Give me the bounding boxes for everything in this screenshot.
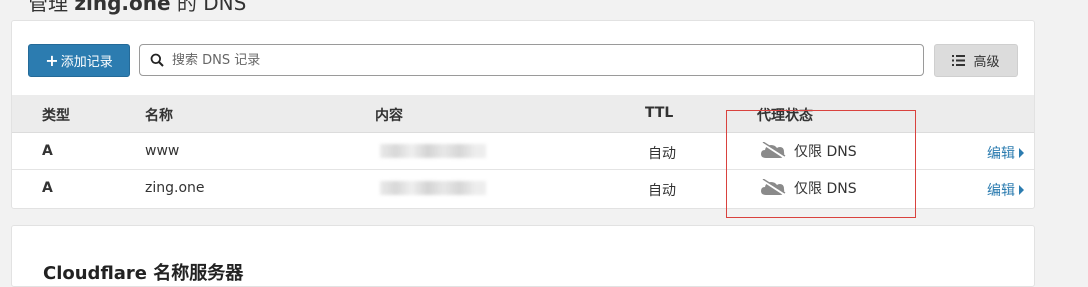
col-type-header[interactable]: 类型 [42, 105, 70, 125]
search-input[interactable] [170, 51, 874, 69]
page-title: 管理 zing.one 的 DNS [28, 0, 246, 16]
advanced-button[interactable]: 高级 [934, 44, 1018, 77]
add-record-button[interactable]: + 添加记录 [28, 44, 130, 77]
nameservers-card: Cloudflare 名称服务器 [11, 225, 1035, 287]
caret-right-icon [1019, 185, 1024, 195]
edit-label: 编辑 [987, 183, 1015, 199]
caret-right-icon [1019, 148, 1024, 158]
record-ttl: 自动 [648, 183, 676, 199]
edit-label: 编辑 [987, 146, 1015, 162]
add-record-label: 添加记录 [60, 55, 113, 70]
record-name: zing.one [145, 180, 205, 196]
page-title-domain: zing.one [74, 0, 171, 15]
record-type: A [42, 143, 53, 159]
edit-link[interactable]: 编辑 [987, 180, 1024, 200]
col-ttl-header[interactable]: TTL [645, 105, 673, 121]
list-icon [952, 55, 966, 66]
nameservers-title: Cloudflare 名称服务器 [43, 263, 244, 284]
plus-icon: + [45, 51, 59, 70]
advanced-label: 高级 [973, 55, 1000, 70]
search-icon [150, 53, 164, 67]
record-content-redacted [380, 181, 486, 195]
col-name-header[interactable]: 名称 [145, 105, 173, 125]
proxy-status-highlight-box [726, 110, 916, 218]
record-type: A [42, 180, 53, 196]
edit-link[interactable]: 编辑 [987, 143, 1024, 163]
page-title-suffix: 的 DNS [176, 0, 247, 15]
record-name: www [145, 143, 180, 159]
col-content-header[interactable]: 内容 [375, 105, 403, 125]
page-title-prefix: 管理 [28, 0, 68, 15]
search-box [139, 44, 924, 76]
record-ttl: 自动 [648, 146, 676, 162]
record-content-redacted [380, 144, 486, 158]
